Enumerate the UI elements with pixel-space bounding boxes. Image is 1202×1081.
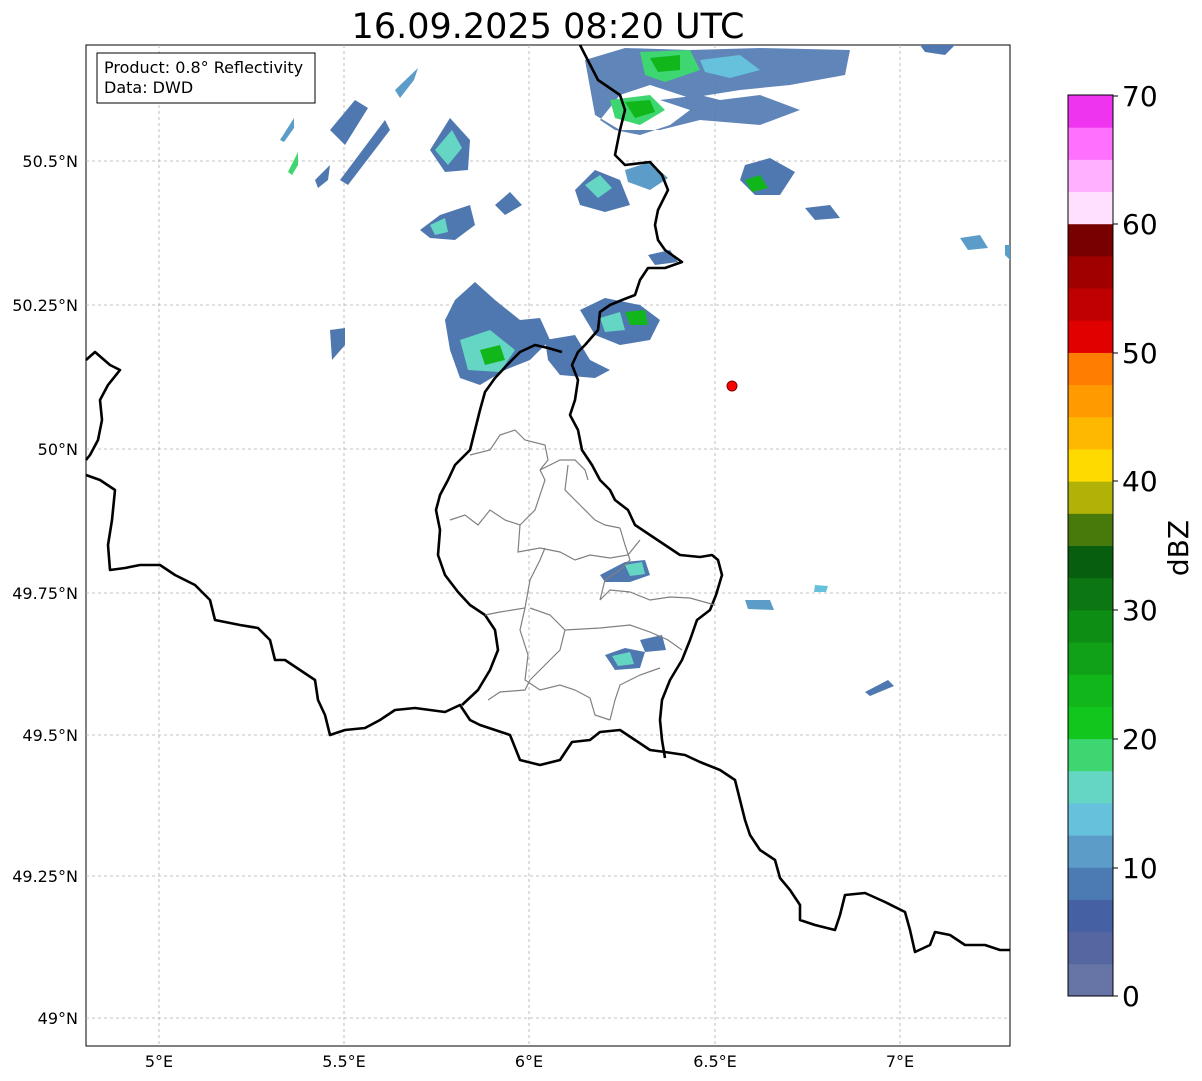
- colorbar-segment: [1068, 159, 1113, 193]
- colorbar-tick: 50: [1122, 337, 1158, 370]
- colorbar-segment: [1068, 320, 1113, 353]
- colorbar-segment: [1068, 899, 1113, 933]
- echo-cell: [745, 600, 774, 610]
- radar-site-marker: [726, 380, 738, 392]
- map-title: 16.09.2025 08:20 UTC: [352, 7, 745, 47]
- lat-tick: 50.25°N: [12, 296, 78, 315]
- colorbar-ticks: 0 10 20 30 40 50 60 70: [1113, 80, 1158, 1013]
- colorbar-tick: 40: [1122, 465, 1158, 498]
- radar-map-figure: 16.09.2025 08:20 UTC Product: 0.8° Refle…: [12, 7, 1195, 1071]
- colorbar-segment: [1068, 223, 1113, 257]
- colorbar-segment: [1068, 577, 1113, 611]
- longitude-tick-labels: 5°E 5.5°E 6°E 6.5°E 7°E: [145, 1052, 914, 1071]
- lon-tick: 6°E: [515, 1052, 543, 1071]
- colorbar: 0 10 20 30 40 50 60 70 dBZ: [1067, 80, 1195, 1013]
- colorbar-label: dBZ: [1162, 520, 1195, 576]
- colorbar-segment: [1068, 738, 1113, 772]
- colorbar-segment: [1068, 288, 1113, 321]
- map-panel: Product: 0.8° Reflectivity Data: DWD: [84, 44, 1011, 1047]
- colorbar-segment: [1068, 127, 1113, 160]
- lon-tick: 7°E: [886, 1052, 914, 1071]
- lon-tick: 6.5°E: [693, 1052, 737, 1071]
- echo-cell: [814, 585, 828, 592]
- lat-tick: 50.5°N: [22, 152, 78, 171]
- colorbar-tick: 70: [1122, 80, 1158, 113]
- colorbar-segment: [1068, 642, 1113, 675]
- colorbar-segment: [1068, 448, 1113, 482]
- colorbar-segment: [1068, 931, 1113, 965]
- colorbar-tick: 20: [1122, 723, 1158, 756]
- lat-tick: 49.25°N: [12, 867, 78, 886]
- lat-tick: 50°N: [38, 440, 78, 459]
- colorbar-segment: [1068, 513, 1113, 546]
- colorbar-segment: [1068, 481, 1113, 514]
- colorbar-tick: 30: [1122, 594, 1158, 627]
- colorbar-segment: [1068, 706, 1113, 740]
- colorbar-tick: 10: [1122, 852, 1158, 885]
- colorbar-segment: [1068, 609, 1113, 643]
- colorbar-tick: 0: [1122, 980, 1140, 1013]
- colorbar-segment: [1068, 963, 1113, 997]
- info-product: Product: 0.8° Reflectivity: [104, 58, 303, 77]
- latitude-tick-labels: 49°N 49.25°N 49.5°N 49.75°N 50°N 50.25°N…: [12, 152, 78, 1028]
- colorbar-segment: [1068, 867, 1113, 900]
- colorbar-segment: [1068, 95, 1113, 128]
- lon-tick: 5°E: [145, 1052, 173, 1071]
- colorbar-segments: [1068, 95, 1113, 997]
- colorbar-segment: [1068, 352, 1113, 386]
- lon-tick: 5.5°E: [322, 1052, 366, 1071]
- colorbar-segment: [1068, 191, 1113, 225]
- colorbar-segment: [1068, 255, 1113, 289]
- colorbar-segment: [1068, 674, 1113, 707]
- colorbar-segment: [1068, 545, 1113, 579]
- lat-tick: 49°N: [38, 1009, 78, 1028]
- colorbar-tick: 60: [1122, 208, 1158, 241]
- colorbar-segment: [1068, 802, 1113, 836]
- lat-tick: 49.5°N: [22, 726, 78, 745]
- lat-tick: 49.75°N: [12, 584, 78, 603]
- info-source: Data: DWD: [104, 78, 193, 97]
- info-box: Product: 0.8° Reflectivity Data: DWD: [96, 52, 316, 104]
- colorbar-segment: [1068, 770, 1113, 804]
- colorbar-segment: [1068, 416, 1113, 450]
- colorbar-segment: [1068, 835, 1113, 868]
- colorbar-segment: [1068, 384, 1113, 418]
